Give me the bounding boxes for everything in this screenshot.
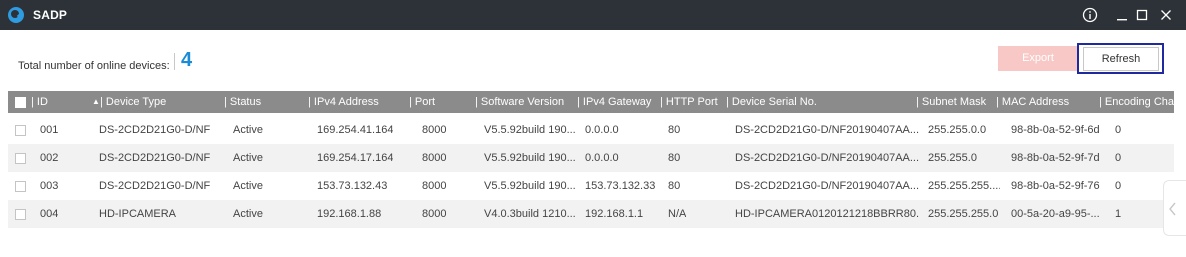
table-row[interactable]: 003 DS-2CD2D21G0-D/NF Active 153.73.132.… [8,172,1174,200]
column-header[interactable]: | ID [31,91,48,113]
cell-mac-address: 98-8b-0a-52-9f-7d [1011,152,1100,164]
row-checkbox[interactable] [15,125,26,136]
cell-ipv4-gateway: 153.73.132.33 [585,180,656,192]
cell-status: Active [233,152,263,164]
cell-ipv4-address: 169.254.41.164 [317,124,394,136]
select-all-checkbox[interactable] [15,97,26,108]
column-header[interactable]: | IPv4 Address [308,91,379,113]
column-header[interactable]: | Port [409,91,435,113]
cell-ipv4-gateway: 0.0.0.0 [585,124,619,136]
cell-http-port: 80 [668,180,681,192]
sadp-logo-icon [8,7,24,23]
cell-device-type: DS-2CD2D21G0-D/NF [99,180,211,192]
cell-subnet-mask: 255.255.255.0 [928,208,999,220]
count-divider [174,53,175,70]
cell-http-port: 80 [668,152,681,164]
info-icon[interactable] [1080,5,1100,25]
column-header-label: HTTP Port [665,96,718,108]
column-header-label: Device Type [105,96,167,108]
row-checkbox[interactable] [15,153,26,164]
cell-status: Active [233,208,263,220]
column-header[interactable]: | MAC Address [996,91,1069,113]
close-icon[interactable] [1156,5,1176,25]
cell-encoding-channel: 0 [1115,152,1122,164]
side-panel-toggle[interactable] [1163,180,1186,236]
column-header[interactable]: | Device Type [100,91,166,113]
cell-device-type: DS-2CD2D21G0-D/NF [99,152,211,164]
cell-software-version: V5.5.92build 190... [484,124,576,136]
cell-mac-address: 98-8b-0a-52-9f-6d [1011,124,1100,136]
cell-subnet-mask: 255.255.0 [928,152,977,164]
column-header[interactable]: | Device Serial No. [726,91,817,113]
column-header-label: ID [36,96,48,108]
maximize-icon[interactable] [1132,5,1152,25]
cell-ipv4-address: 169.254.17.164 [317,152,394,164]
cell-encoding-channel: 0 [1115,124,1122,136]
cell-id: 002 [40,152,59,164]
cell-serial-no: DS-2CD2D21G0-D/NF20190407AA... [735,124,920,136]
online-devices-count: 4 [181,49,193,71]
cell-id: 001 [40,124,59,136]
online-devices-label: Total number of online devices: [18,60,170,72]
sort-asc-icon: ▲ [92,97,100,106]
column-header-label: Software Version [480,96,565,108]
cell-mac-address: 00-5a-20-a9-95-... [1011,208,1100,220]
column-header-label: Status [229,96,262,108]
column-header-label: Port [414,96,436,108]
column-header-label: MAC Address [1001,96,1070,108]
cell-ipv4-gateway: 192.168.1.1 [585,208,644,220]
cell-ipv4-address: 153.73.132.43 [317,180,388,192]
cell-device-type: DS-2CD2D21G0-D/NF [99,124,211,136]
column-header[interactable]: | Status [224,91,261,113]
cell-port: 8000 [422,124,447,136]
column-header[interactable]: | Encoding Cha [1099,91,1174,113]
cell-id: 003 [40,180,59,192]
cell-http-port: 80 [668,124,681,136]
cell-status: Active [233,180,263,192]
table-row[interactable]: 002 DS-2CD2D21G0-D/NF Active 169.254.17.… [8,144,1174,172]
cell-device-type: HD-IPCAMERA [99,208,177,220]
cell-port: 8000 [422,152,447,164]
cell-software-version: V5.5.92build 190... [484,180,576,192]
column-header-label: Encoding Cha [1104,96,1175,108]
cell-subnet-mask: 255.255.0.0 [928,124,987,136]
cell-software-version: V4.0.3build 1210... [484,208,576,220]
cell-ipv4-gateway: 0.0.0.0 [585,152,619,164]
cell-ipv4-address: 192.168.1.88 [317,208,382,220]
table-row[interactable]: 004 HD-IPCAMERA Active 192.168.1.88 8000… [8,200,1174,228]
column-header[interactable]: | Subnet Mask [916,91,986,113]
cell-http-port: N/A [668,208,687,220]
export-button[interactable]: Export [998,46,1078,71]
cell-serial-no: HD-IPCAMERA0120121218BBRR80... [735,208,920,220]
chevron-left-icon [1169,202,1176,216]
cell-mac-address: 98-8b-0a-52-9f-76 [1011,180,1100,192]
cell-serial-no: DS-2CD2D21G0-D/NF20190407AA... [735,180,920,192]
column-header-label: Device Serial No. [731,96,817,108]
table-header: | ID ▲ | Device Type | Status | IPv4 Add… [8,91,1174,113]
refresh-button[interactable]: Refresh [1083,47,1159,71]
row-checkbox[interactable] [15,209,26,220]
app-title: SADP [33,8,68,22]
cell-encoding-channel: 0 [1115,180,1122,192]
minimize-icon[interactable] [1112,5,1132,25]
column-header[interactable]: | HTTP Port [660,91,718,113]
column-header-label: IPv4 Gateway [582,96,652,108]
column-header-label: IPv4 Address [313,96,379,108]
row-checkbox[interactable] [15,181,26,192]
column-header[interactable]: | Software Version [475,91,564,113]
cell-subnet-mask: 255.255.255.... [928,180,1000,192]
cell-software-version: V5.5.92build 190... [484,152,576,164]
cell-serial-no: DS-2CD2D21G0-D/NF20190407AA... [735,152,920,164]
cell-id: 004 [40,208,59,220]
cell-encoding-channel: 1 [1115,208,1122,220]
cell-port: 8000 [422,208,447,220]
cell-status: Active [233,124,263,136]
table-row[interactable]: 001 DS-2CD2D21G0-D/NF Active 169.254.41.… [8,116,1174,144]
column-header[interactable]: | IPv4 Gateway [577,91,651,113]
column-header-label: Subnet Mask [921,96,987,108]
title-bar: SADP [0,0,1186,30]
cell-port: 8000 [422,180,447,192]
